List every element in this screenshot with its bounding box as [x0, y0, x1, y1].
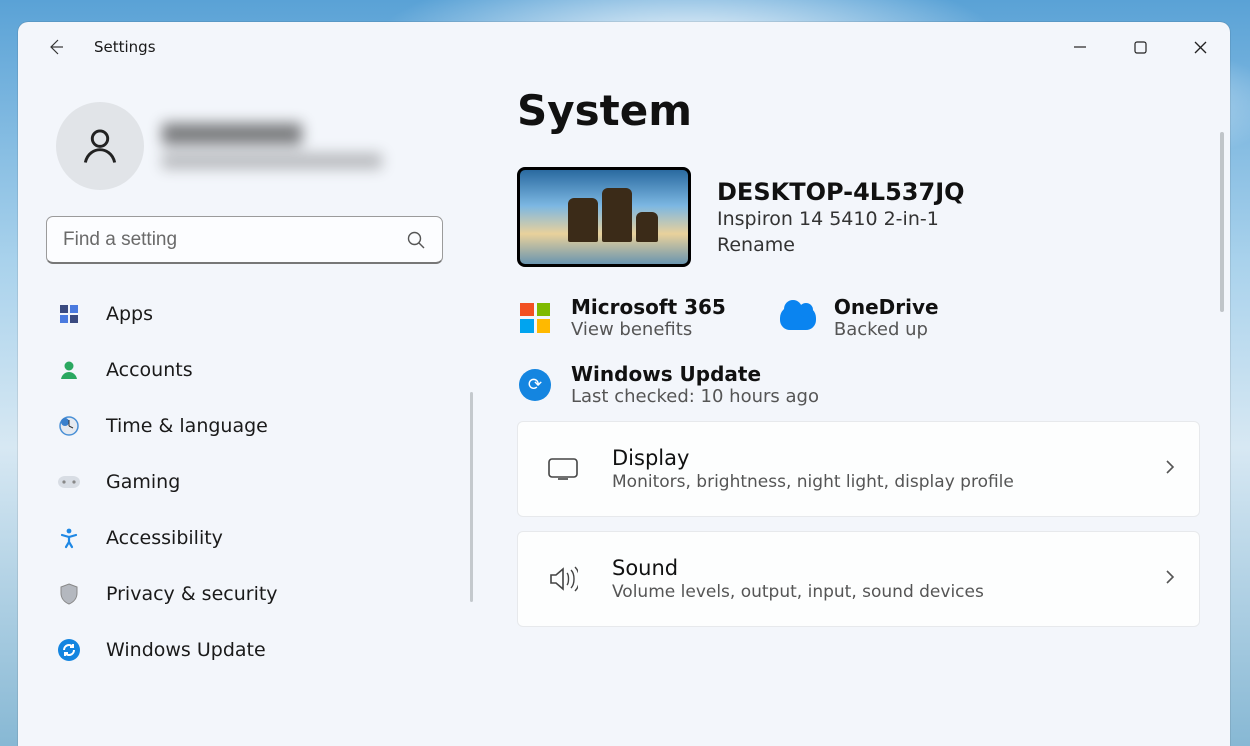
sidebar: Apps Accounts Time & language	[18, 72, 473, 746]
device-block: DESKTOP-4L537JQ Inspiron 14 5410 2-in-1 …	[517, 167, 1200, 267]
time-language-icon	[56, 413, 82, 439]
card-title: Display	[612, 446, 1014, 470]
sidebar-item-accessibility[interactable]: Accessibility	[46, 510, 455, 566]
onedrive-icon	[780, 300, 816, 336]
device-model: Inspiron 14 5410 2-in-1	[717, 208, 965, 230]
arrow-left-icon	[46, 37, 66, 57]
sidebar-item-privacy-security[interactable]: Privacy & security	[46, 566, 455, 622]
window-title: Settings	[94, 38, 156, 56]
sidebar-item-label: Apps	[106, 303, 153, 325]
chevron-right-icon	[1165, 459, 1175, 479]
device-thumbnail[interactable]	[517, 167, 691, 267]
sidebar-item-label: Accounts	[106, 359, 193, 381]
service-sub: Last checked: 10 hours ago	[571, 386, 819, 407]
sidebar-item-label: Windows Update	[106, 639, 266, 661]
service-onedrive[interactable]: OneDrive Backed up	[780, 295, 939, 340]
services-row: Microsoft 365 View benefits OneDrive Bac…	[517, 295, 1200, 340]
maximize-icon	[1134, 41, 1147, 54]
card-sub: Monitors, brightness, night light, displ…	[612, 472, 1014, 492]
card-sub: Volume levels, output, input, sound devi…	[612, 582, 984, 602]
sidebar-item-apps[interactable]: Apps	[46, 286, 455, 342]
windows-update-icon: ⟳	[517, 367, 553, 403]
sidebar-item-accounts[interactable]: Accounts	[46, 342, 455, 398]
sidebar-item-label: Privacy & security	[106, 583, 278, 605]
service-sub: View benefits	[571, 319, 726, 340]
sidebar-nav: Apps Accounts Time & language	[46, 286, 455, 746]
search-input[interactable]	[63, 229, 406, 251]
windows-update-icon	[56, 637, 82, 663]
card-sound[interactable]: Sound Volume levels, output, input, soun…	[517, 531, 1200, 627]
rename-link[interactable]: Rename	[717, 234, 965, 256]
gaming-icon	[56, 469, 82, 495]
close-button[interactable]	[1170, 27, 1230, 67]
accessibility-icon	[56, 525, 82, 551]
service-title: Microsoft 365	[571, 295, 726, 319]
privacy-security-icon	[56, 581, 82, 607]
minimize-button[interactable]	[1050, 27, 1110, 67]
chevron-right-icon	[1165, 569, 1175, 589]
card-title: Sound	[612, 556, 984, 580]
apps-icon	[56, 301, 82, 327]
maximize-button[interactable]	[1110, 27, 1170, 67]
profile-block[interactable]	[46, 72, 455, 216]
sidebar-item-label: Accessibility	[106, 527, 223, 549]
sidebar-item-time-language[interactable]: Time & language	[46, 398, 455, 454]
page-title: System	[517, 86, 1200, 135]
settings-window: Settings	[18, 22, 1230, 746]
sidebar-item-label: Gaming	[106, 471, 180, 493]
minimize-icon	[1074, 41, 1086, 53]
main-content: System DESKTOP-4L537JQ Inspiron 14 5410 …	[473, 72, 1230, 746]
search-icon	[406, 230, 426, 250]
avatar	[56, 102, 144, 190]
service-m365[interactable]: Microsoft 365 View benefits	[517, 295, 726, 340]
service-title: Windows Update	[571, 362, 819, 386]
sidebar-item-gaming[interactable]: Gaming	[46, 454, 455, 510]
accounts-icon	[56, 357, 82, 383]
service-title: OneDrive	[834, 295, 939, 319]
main-scrollbar[interactable]	[1220, 132, 1224, 312]
device-name: DESKTOP-4L537JQ	[717, 178, 965, 206]
display-icon	[546, 458, 580, 480]
service-sub: Backed up	[834, 319, 939, 340]
sound-icon	[546, 566, 580, 592]
titlebar: Settings	[18, 22, 1230, 72]
card-display[interactable]: Display Monitors, brightness, night ligh…	[517, 421, 1200, 517]
user-icon	[78, 124, 122, 168]
profile-name-redacted	[162, 123, 382, 169]
back-button[interactable]	[40, 31, 72, 63]
microsoft-logo-icon	[517, 300, 553, 336]
service-windows-update[interactable]: ⟳ Windows Update Last checked: 10 hours …	[517, 362, 1200, 407]
search-box[interactable]	[46, 216, 443, 264]
sidebar-item-label: Time & language	[106, 415, 268, 437]
close-icon	[1194, 41, 1207, 54]
sidebar-item-windows-update[interactable]: Windows Update	[46, 622, 455, 678]
window-controls	[1050, 27, 1230, 67]
